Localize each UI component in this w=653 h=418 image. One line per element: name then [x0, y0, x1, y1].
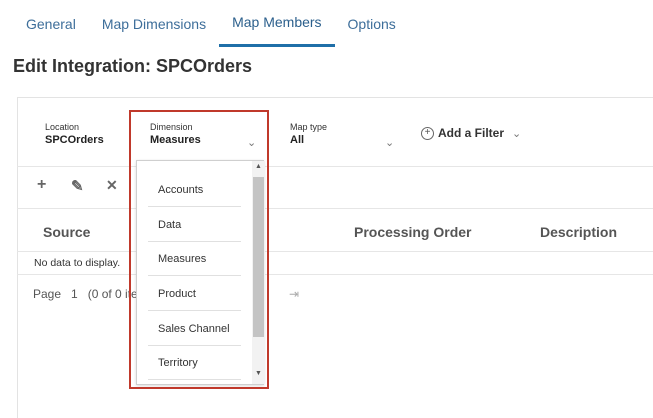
add-filter-chevron-down-icon: ⌄ [512, 127, 522, 140]
dimension-highlight-outline [129, 110, 269, 389]
tab-general[interactable]: General [12, 0, 89, 47]
page-title: Edit Integration: SPCOrders [13, 56, 253, 76]
map-type-value: All [290, 134, 305, 146]
tab-map-dimensions[interactable]: Map Dimensions [89, 0, 219, 47]
add-filter-button[interactable]: + Add a Filter ⌄ [421, 126, 521, 140]
divider [17, 251, 653, 252]
add-circle-icon: + [421, 126, 434, 140]
delete-icon[interactable]: ✕ [106, 177, 118, 194]
location-filter[interactable]: Location SPCOrders [45, 122, 104, 146]
column-header-description[interactable]: Description [540, 224, 617, 240]
divider [17, 274, 653, 275]
add-filter-label: Add a Filter [438, 126, 505, 140]
location-label: Location [45, 122, 80, 132]
pager-text: Page 1 (0 of 0 ite [33, 287, 138, 301]
location-value: SPCOrders [45, 134, 104, 146]
empty-table-message: No data to display. [34, 257, 121, 269]
tab-bar: General Map Dimensions Map Members Optio… [12, 0, 409, 47]
column-header-processing-order[interactable]: Processing Order [354, 224, 472, 240]
divider [17, 166, 653, 167]
divider [17, 208, 653, 209]
map-type-chevron-down-icon[interactable]: ⌄ [385, 136, 394, 149]
last-page-icon[interactable]: ⇥ [289, 287, 299, 301]
edit-pencil-icon[interactable]: ✎ [71, 177, 84, 195]
column-header-source[interactable]: Source [43, 224, 90, 240]
tab-map-members[interactable]: Map Members [219, 0, 335, 47]
map-type-label: Map type [290, 122, 328, 132]
map-type-filter[interactable]: Map type All [290, 122, 327, 146]
tab-options[interactable]: Options [335, 0, 409, 47]
add-icon[interactable]: + [37, 176, 46, 194]
